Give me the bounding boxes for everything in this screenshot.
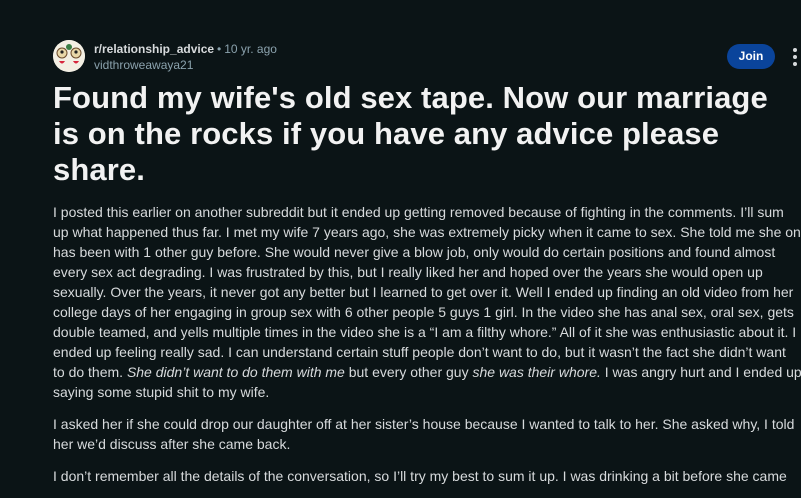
- join-button[interactable]: Join: [727, 44, 775, 69]
- body-line: saying some stupid shit to my wife.: [53, 384, 270, 400]
- meta-separator: •: [217, 42, 222, 56]
- body-paragraph: I asked her if she could drop our daught…: [53, 414, 801, 454]
- post-title: Found my wife's old sex tape. Now our ma…: [53, 80, 768, 187]
- body-line: ended up feeling really sad. I can under…: [53, 344, 786, 360]
- body-line: her we’d discuss after she came back.: [53, 436, 291, 452]
- body-line: to do them. She didn’t want to do them w…: [53, 362, 801, 382]
- body-line: up what happened thus far. I met my wife…: [53, 224, 801, 240]
- body-paragraph: I don’t remember all the details of the …: [53, 466, 801, 486]
- more-options-icon[interactable]: [788, 45, 801, 69]
- body-text: to do them.: [53, 364, 127, 380]
- subreddit-avatar-icon[interactable]: [53, 40, 85, 72]
- body-line: has been with 1 other guy before. She wo…: [53, 244, 776, 260]
- emphasis-text: she was their whore.: [472, 364, 601, 380]
- emphasis-text: She didn’t want to do them with me: [126, 364, 345, 380]
- post-header: r/relationship_advice • 10 yr. ago vidthro…: [53, 40, 801, 74]
- body-line: sexually. Over the years, it never got a…: [53, 284, 794, 300]
- post-meta: r/relationship_advice • 10 yr. ago: [94, 42, 277, 56]
- body-line: double teamed, and yells multiple times …: [53, 324, 797, 340]
- body-line: I asked her if she could drop our daught…: [53, 416, 795, 432]
- author-username[interactable]: vidthroweawaya21: [94, 58, 193, 72]
- body-line: I posted this earlier on another subredd…: [53, 204, 784, 220]
- body-line: every sex act degrading. I was frustrate…: [53, 264, 763, 280]
- body-line: college days of her engaging in group se…: [53, 304, 794, 320]
- subreddit-link[interactable]: r/relationship_advice: [94, 42, 214, 56]
- post-age: 10 yr. ago: [224, 42, 277, 56]
- body-text: I was angry hurt and I ended up: [600, 364, 801, 380]
- body-line: I don’t remember all the details of the …: [53, 468, 787, 484]
- body-paragraph: I posted this earlier on another subredd…: [53, 202, 801, 402]
- body-text: but every other guy: [344, 364, 473, 380]
- post-body: I posted this earlier on another subredd…: [53, 202, 801, 498]
